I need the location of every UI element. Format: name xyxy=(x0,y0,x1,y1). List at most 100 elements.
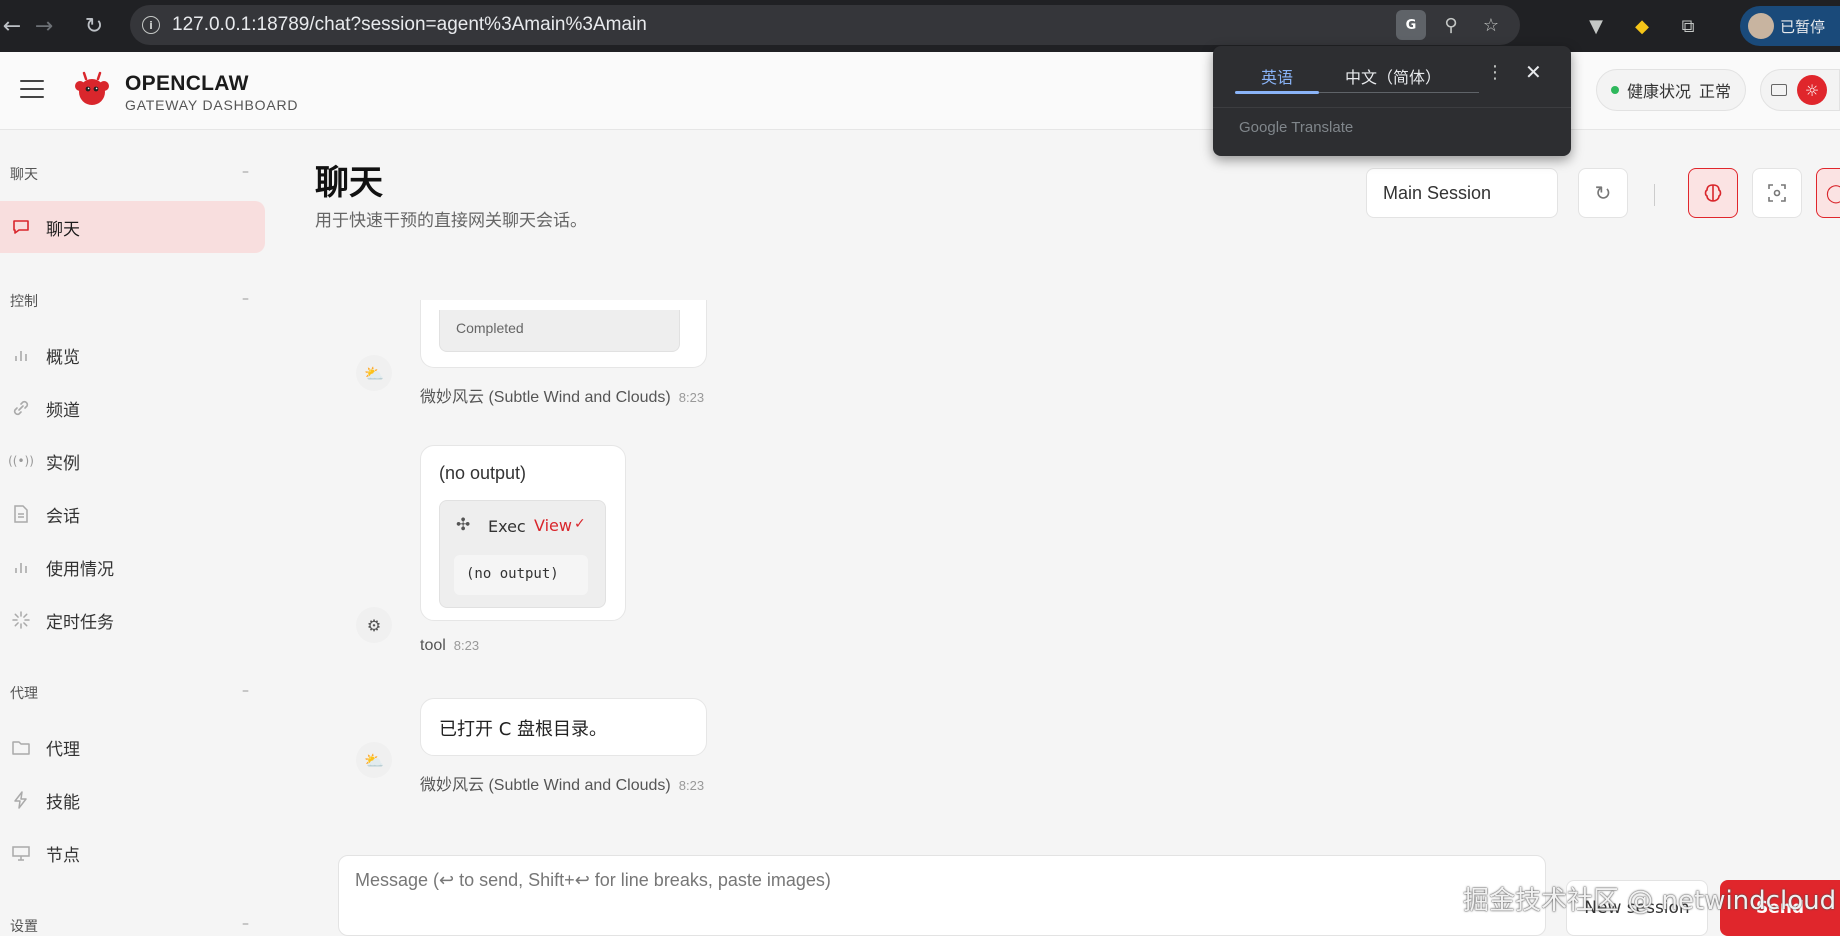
message-bubble: (no output) ✣ Exec View ✓ (no output) xyxy=(420,445,626,621)
health-label: 健康状况 xyxy=(1627,82,1692,101)
hamburger-menu-icon[interactable] xyxy=(20,80,44,98)
monitor-icon[interactable] xyxy=(1771,84,1787,96)
puzzle-icon: ✣ xyxy=(456,515,471,535)
translate-divider xyxy=(1213,107,1571,108)
sidebar-item-label: 定时任务 xyxy=(46,612,114,633)
sun-icon[interactable]: ☼ xyxy=(1797,75,1827,105)
assistant-avatar: ⛅ xyxy=(356,355,392,391)
watermark-text: 掘金技术社区 @ netwindcloud xyxy=(1463,886,1837,916)
section-control-title: 控制 xyxy=(10,294,38,310)
circle-icon: ◯ xyxy=(1825,182,1840,204)
link-icon xyxy=(10,397,32,419)
translate-tab-target[interactable]: 中文（简体） xyxy=(1345,64,1441,88)
tool-output-box: (no output) xyxy=(454,555,588,595)
address-url[interactable]: 127.0.0.1:18789/chat?session=agent%3Amai… xyxy=(172,14,647,36)
tool-status: Completed xyxy=(456,320,524,336)
tool-view-link[interactable]: View xyxy=(534,516,572,535)
chat-mode-button[interactable]: ◯ xyxy=(1816,168,1840,218)
message-time: 8:23 xyxy=(453,638,480,653)
message-meta: 微妙风云 (Subtle Wind and Clouds) 8:23 xyxy=(420,771,704,795)
chat-bubble-icon xyxy=(10,216,32,238)
more-vert-icon[interactable]: ⋮ xyxy=(1486,62,1504,83)
message-time: 8:23 xyxy=(678,390,705,405)
profile-avatar xyxy=(1748,13,1774,39)
thinking-toggle-button[interactable] xyxy=(1688,168,1738,218)
translate-icon[interactable]: G xyxy=(1396,10,1426,40)
session-select[interactable]: Main Session xyxy=(1366,168,1558,218)
refresh-button[interactable]: ↻ xyxy=(1578,168,1628,218)
sidebar-item-agents[interactable]: 代理 xyxy=(0,721,265,773)
reload-icon[interactable]: ↻ xyxy=(74,6,114,46)
message-input[interactable] xyxy=(339,856,1545,935)
forward-arrow-icon[interactable]: → xyxy=(24,6,64,46)
bookmark-star-icon[interactable]: ☆ xyxy=(1476,10,1506,40)
section-chat-title: 聊天 xyxy=(10,167,38,183)
message-composer xyxy=(338,855,1546,936)
sidebar-item-channels[interactable]: 频道 xyxy=(0,382,265,434)
tool-name: Exec xyxy=(488,517,526,536)
translate-tab-line xyxy=(1319,92,1479,93)
assistant-avatar: ⛅ xyxy=(356,742,392,778)
sidebar-item-chat[interactable]: 聊天 xyxy=(0,201,265,253)
message-sender: 微妙风云 (Subtle Wind and Clouds) xyxy=(420,777,671,794)
document-icon xyxy=(10,503,32,525)
sidebar-item-label: 使用情况 xyxy=(46,559,114,580)
sidebar-item-usage[interactable]: 使用情况 xyxy=(0,541,265,593)
section-settings-title: 设置 xyxy=(10,919,38,935)
health-status-pill: 健康状况 正常 xyxy=(1596,69,1746,111)
translate-popup: 英语 中文（简体） ⋮ ✕ Google Translate xyxy=(1213,46,1571,156)
extensions-puzzle-icon[interactable]: ⧉ xyxy=(1672,10,1704,42)
vue-devtools-icon[interactable]: ▼ xyxy=(1580,10,1612,42)
section-agent-title: 代理 xyxy=(10,686,38,702)
sidebar-item-label: 技能 xyxy=(46,792,80,813)
section-control-collapse[interactable]: – xyxy=(242,291,249,307)
sidebar-item-label: 会话 xyxy=(46,506,80,527)
sidebar-item-label: 代理 xyxy=(46,739,80,760)
address-bar[interactable]: i 127.0.0.1:18789/chat?session=agent%3Am… xyxy=(130,5,1520,45)
checkmark-icon: ✓ xyxy=(574,516,586,532)
brain-icon xyxy=(1704,184,1722,202)
sidebar-item-cron[interactable]: 定时任务 xyxy=(0,594,265,646)
message-text: (no output) xyxy=(439,463,527,483)
browser-toolbar: ← → ↻ i 127.0.0.1:18789/chat?session=age… xyxy=(0,0,1840,52)
lightning-icon xyxy=(10,789,32,811)
zoom-icon[interactable]: ⚲ xyxy=(1436,10,1466,40)
message-meta: tool 8:23 xyxy=(420,637,479,655)
sidebar-item-skills[interactable]: 技能 xyxy=(0,774,265,826)
sidebar-item-label: 实例 xyxy=(46,453,80,474)
refresh-icon: ↻ xyxy=(1594,181,1612,205)
tool-card: Completed xyxy=(439,310,680,352)
health-status: 正常 xyxy=(1699,82,1732,101)
monitor-icon xyxy=(10,842,32,864)
tool-avatar: ⚙ xyxy=(356,607,392,643)
translate-tab-source[interactable]: 英语 xyxy=(1261,64,1293,88)
brand-title: OPENCLAW xyxy=(125,72,249,95)
page-title: 聊天 xyxy=(315,163,383,203)
sidebar-item-label: 频道 xyxy=(46,400,80,421)
extension-icon[interactable]: ◆ xyxy=(1626,10,1658,42)
sidebar-item-nodes[interactable]: 节点 xyxy=(0,827,265,879)
close-icon[interactable]: ✕ xyxy=(1525,60,1542,84)
sidebar-item-instances[interactable]: ((•)) 实例 xyxy=(0,435,265,487)
section-chat-collapse[interactable]: – xyxy=(242,164,249,180)
toolbar-divider xyxy=(1654,184,1655,206)
message-sender: tool xyxy=(420,637,446,654)
sidebar-item-overview[interactable]: 概览 xyxy=(0,329,265,381)
site-info-icon[interactable]: i xyxy=(142,16,160,34)
focus-icon xyxy=(1768,184,1786,202)
folder-icon xyxy=(10,736,32,758)
sidebar: 聊天 – 聊天 控制 – 概览 频道 ((•)) 实例 会话 使用情况 定时任务… xyxy=(0,131,280,936)
section-settings-collapse[interactable]: – xyxy=(242,916,249,932)
broadcast-icon: ((•)) xyxy=(8,454,34,468)
tool-card: ✣ Exec View ✓ (no output) xyxy=(439,500,606,608)
sidebar-item-sessions[interactable]: 会话 xyxy=(0,488,265,540)
bar-chart-icon xyxy=(10,556,32,578)
message-time: 8:23 xyxy=(678,778,705,793)
theme-toggle[interactable]: ☼ xyxy=(1760,69,1840,111)
focus-mode-button[interactable] xyxy=(1752,168,1802,218)
health-dot-icon xyxy=(1611,86,1619,94)
translate-tab-indicator xyxy=(1235,91,1319,94)
section-agent-collapse[interactable]: – xyxy=(242,683,249,699)
profile-paused-button[interactable]: 已暂停 xyxy=(1740,6,1840,46)
google-translate-brand: Google Translate xyxy=(1239,119,1354,136)
